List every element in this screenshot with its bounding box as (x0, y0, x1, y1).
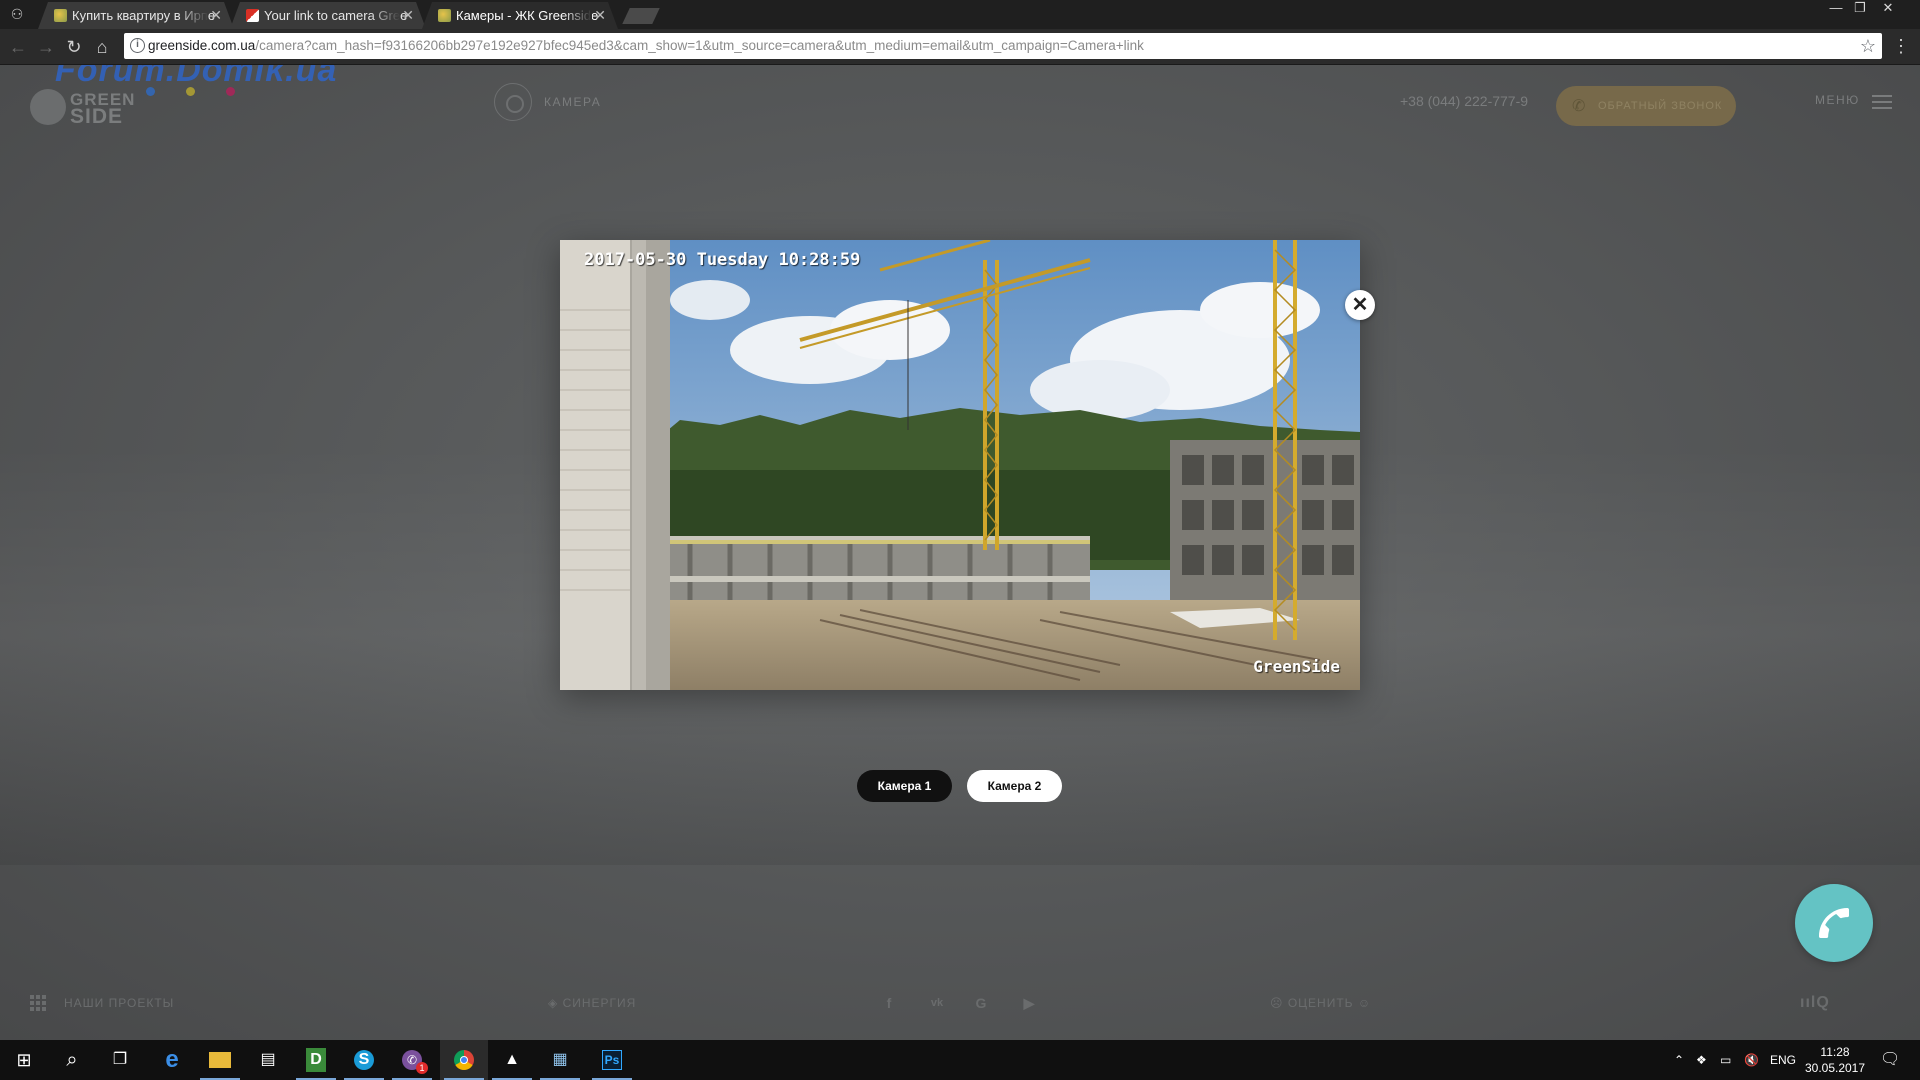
vk-icon[interactable]: vk (926, 994, 948, 1012)
windows-start-icon[interactable]: ⊞ (0, 1040, 48, 1080)
edge-icon[interactable]: e (148, 1040, 196, 1080)
new-tab-button[interactable] (622, 8, 660, 24)
youtube-icon[interactable]: ▶ (1020, 994, 1038, 1012)
dot-yellow (186, 87, 195, 96)
address-bar[interactable]: i greenside.com.ua/camera?cam_hash=f9316… (124, 33, 1882, 59)
tab-close-icon[interactable]: ✕ (402, 2, 414, 29)
our-projects-link[interactable]: НАШИ ПРОЕКТЫ (64, 983, 174, 1023)
rate-site-link[interactable]: ☹ ОЦЕНИТЬ ☺ (1270, 983, 1371, 1023)
greenside-logo[interactable]: GREEN SIDE (30, 85, 134, 133)
dot-blue (146, 87, 155, 96)
tray-overflow-icon[interactable]: ⌃ (1674, 1040, 1684, 1080)
site-info-icon[interactable]: i (130, 38, 145, 53)
construction-site-scene (560, 240, 1360, 690)
volume-muted-icon[interactable]: 🔇 (1744, 1040, 1759, 1080)
system-clock[interactable]: 11:28 30.05.2017 (1800, 1044, 1870, 1076)
minimize-icon[interactable]: — (1824, 0, 1848, 16)
partner-logo[interactable]: ◈ СИНЕРГИЯ (548, 983, 636, 1023)
facebook-icon[interactable]: f (880, 994, 898, 1012)
reload-icon[interactable]: ↻ (62, 35, 86, 59)
site-header: Forum.Domik.ua GREEN SIDE КАМЕРА +38 (044… (0, 65, 1920, 145)
windows-taskbar: ⊞ ⌕ ❐ e ▤ D S ✆ 1 ▲ ▦ Ps ⌃ ❖ ▭ 🔇 ENG 11:… (0, 1040, 1920, 1080)
gmail-favicon-icon (246, 9, 259, 22)
greenside-logo-mark-icon (30, 89, 66, 125)
greenside-favicon-icon (54, 9, 67, 22)
skype-icon[interactable]: S (340, 1040, 388, 1080)
floating-call-button[interactable] (1795, 884, 1873, 962)
clock-date: 30.05.2017 (1804, 1061, 1866, 1075)
language-indicator[interactable]: ENG (1770, 1040, 1796, 1080)
search-icon[interactable]: ⌕ (48, 1040, 96, 1080)
camera-icon (494, 83, 532, 121)
tab-camera-2[interactable]: Камера 2 (967, 770, 1062, 802)
forward-arrow-icon[interactable]: → (34, 35, 58, 59)
network-tray-icon[interactable]: ▭ (1720, 1040, 1731, 1080)
camera-timestamp: 2017-05-30 Tuesday 10:28:59 (584, 250, 861, 270)
photoshop-icon[interactable]: Ps (588, 1040, 636, 1080)
grid-icon (30, 995, 46, 1011)
clock-time: 11:28 (1820, 1045, 1850, 1059)
store-icon[interactable]: ▤ (244, 1040, 292, 1080)
tab-close-icon[interactable]: ✕ (210, 2, 222, 29)
header-phone-number[interactable]: +38 (044) 222-777-9 (1400, 93, 1528, 109)
browser-toolbar: ← → ↻ ⌂ i greenside.com.ua/camera?cam_ha… (0, 29, 1920, 65)
close-window-icon[interactable]: ✕ (1876, 0, 1900, 16)
viber-badge: 1 (416, 1062, 428, 1074)
developer-logo[interactable]: ıılQ (1800, 983, 1830, 1023)
chrome-icon[interactable] (440, 1040, 488, 1080)
back-arrow-icon[interactable]: ← (6, 35, 30, 59)
photos-icon[interactable]: ▲ (488, 1040, 536, 1080)
callback-button[interactable]: ✆ ОБРАТНЫЙ ЗВОНОК (1556, 86, 1736, 126)
restore-icon[interactable]: ❐ (1848, 0, 1872, 16)
tab-camera-1[interactable]: Камера 1 (857, 770, 952, 802)
task-view-icon[interactable]: ❐ (96, 1040, 144, 1080)
action-center-icon[interactable]: 🗨 (1880, 1040, 1900, 1080)
close-modal-icon[interactable]: ✕ (1345, 290, 1375, 320)
camera-brand-overlay: GreenSide (1253, 657, 1340, 676)
dot-pink (226, 87, 235, 96)
menu-button[interactable]: МЕНЮ (1815, 93, 1860, 107)
camera-stream-image: 2017-05-30 Tuesday 10:28:59 GreenSide (560, 240, 1360, 690)
tab-kupit-kvartiru[interactable]: Купить квартиру в Ирпе ✕ (38, 2, 234, 29)
site-footer: НАШИ ПРОЕКТЫ ◈ СИНЕРГИЯ f vk G ▶ ☹ ОЦЕНИ… (0, 983, 1920, 1023)
browser-menu-icon[interactable]: ⋮ (1892, 36, 1910, 56)
tab-cameras-greenside[interactable]: Камеры - ЖК Greenside ✕ (422, 2, 618, 29)
url-text[interactable]: greenside.com.ua/camera?cam_hash=f931662… (148, 33, 1144, 59)
browser-tab-strip: ⚇ Купить квартиру в Ирпе ✕ Your link to … (0, 0, 1920, 29)
greenside-favicon-icon (438, 9, 451, 22)
dashlane-icon[interactable]: D (292, 1040, 340, 1080)
tab-close-icon[interactable]: ✕ (594, 2, 606, 29)
file-explorer-icon[interactable] (196, 1040, 244, 1080)
home-icon[interactable]: ⌂ (90, 35, 114, 59)
google-plus-icon[interactable]: G (972, 994, 990, 1012)
tab-gmail-camera-link[interactable]: Your link to camera Gree ✕ (230, 2, 426, 29)
bookmark-star-icon[interactable]: ☆ (1860, 34, 1876, 58)
hamburger-icon[interactable] (1872, 95, 1892, 109)
image-viewer-icon[interactable]: ▦ (536, 1040, 584, 1080)
phone-handset-icon (1819, 908, 1849, 938)
phone-icon: ✆ (1572, 98, 1586, 115)
dropbox-tray-icon[interactable]: ❖ (1696, 1040, 1707, 1080)
incognito-icon: ⚇ (10, 6, 24, 22)
viber-icon[interactable]: ✆ 1 (388, 1040, 436, 1080)
